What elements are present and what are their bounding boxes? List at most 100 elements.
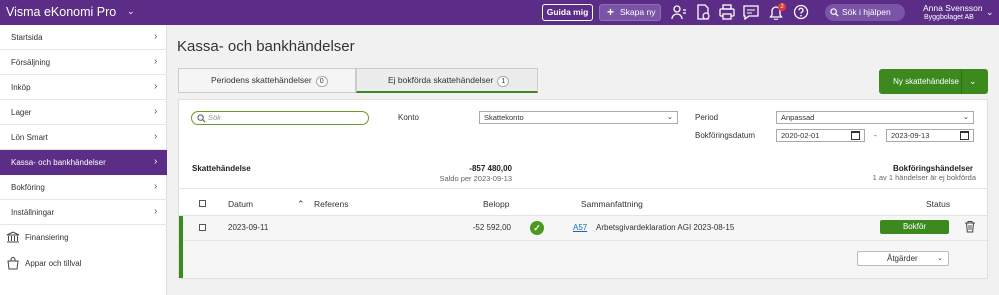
totals-label: Skattehändelse xyxy=(192,164,251,173)
document-icon[interactable] xyxy=(695,4,713,21)
sidebar-item-finansiering[interactable]: Finansiering xyxy=(0,225,167,250)
date-to-value: 2023-09-13 xyxy=(891,131,930,140)
chevron-right-icon: › xyxy=(154,156,158,167)
column-header-date[interactable]: Datum xyxy=(228,199,253,209)
sidebar-item-label: Inköp xyxy=(11,83,31,92)
sidebar-item-startsida[interactable]: Startsida › xyxy=(0,25,167,50)
search-placeholder: Sök xyxy=(208,113,221,122)
chevron-right-icon: › xyxy=(154,131,158,142)
trash-icon[interactable] xyxy=(964,220,976,233)
chevron-right-icon: › xyxy=(154,181,158,192)
chevron-down-icon: ⌄ xyxy=(963,114,969,121)
new-tax-event-button[interactable]: Ny skattehändelse ⌄ xyxy=(879,69,988,94)
sidebar-item-label: Kassa- och bankhändelser xyxy=(11,158,106,167)
sidebar-item-lager[interactable]: Lager › xyxy=(0,100,167,125)
finance-icon xyxy=(6,231,20,243)
app-switcher-chevron-icon[interactable]: ⌄ xyxy=(127,6,135,17)
page-title: Kassa- och bankhändelser xyxy=(177,38,355,55)
create-new-label: Skapa ny xyxy=(620,7,656,17)
sidebar-item-installningar[interactable]: Inställningar › xyxy=(0,200,167,225)
sidebar-item-lon-smart[interactable]: Lön Smart › xyxy=(0,125,167,150)
actions-label: Åtgärder xyxy=(887,254,918,263)
row-divider xyxy=(183,240,987,241)
chevron-down-icon[interactable]: ⌄ xyxy=(969,69,977,94)
company-name[interactable]: Byggbolaget AB xyxy=(924,14,974,21)
column-header-reference[interactable]: Referens xyxy=(314,199,349,209)
calendar-icon[interactable] xyxy=(851,131,860,140)
date-to-field[interactable]: 2023-09-13 xyxy=(886,129,974,142)
sidebar: Startsida › Försäljning › Inköp › Lager › Lö… xyxy=(0,25,167,295)
date-separator: - xyxy=(874,131,877,140)
period-label: Period xyxy=(695,113,719,122)
calendar-icon[interactable] xyxy=(960,131,969,140)
search-icon xyxy=(830,8,839,17)
user-name[interactable]: Anna Svensson xyxy=(923,3,983,13)
sidebar-item-bokforing[interactable]: Bokföring › xyxy=(0,175,167,200)
posting-events-title: Bokföringshändelser xyxy=(892,164,973,173)
sidebar-item-label: Lön Smart xyxy=(11,133,48,142)
sidebar-item-label: Lager xyxy=(11,108,32,117)
column-header-summary[interactable]: Sammanfattning xyxy=(581,199,643,209)
tab-count-badge: 0 xyxy=(315,76,328,87)
top-bar: Visma eKonomi Pro ⌄ Guida mig + Skapa ny… xyxy=(0,0,999,25)
row-checkbox[interactable] xyxy=(199,224,206,231)
chevron-right-icon: › xyxy=(154,81,158,92)
tab-label: Periodens skattehändelser xyxy=(211,75,312,85)
plus-icon: + xyxy=(607,5,615,19)
sidebar-item-label: Försäljning xyxy=(11,58,51,67)
tab-periodens-skattehandelser[interactable]: Periodens skattehändelser 0 xyxy=(178,68,356,93)
posting-date-label: Bokföringsdatum xyxy=(695,131,756,140)
search-icon xyxy=(197,114,206,123)
account-label: Konto xyxy=(398,113,419,122)
chat-icon[interactable] xyxy=(743,4,761,21)
guide-button[interactable]: Guida mig xyxy=(542,4,593,21)
totals-amount: -857 480,00 xyxy=(469,164,512,173)
period-select[interactable]: Anpassad ⌄ xyxy=(776,111,974,124)
chevron-right-icon: › xyxy=(154,106,158,117)
post-button[interactable]: Bokför xyxy=(880,220,949,234)
app-title[interactable]: Visma eKonomi Pro xyxy=(6,5,116,19)
row-date: 2023-09-11 xyxy=(228,223,269,232)
help-search-label: Sök i hjälpen xyxy=(842,7,891,17)
select-all-checkbox[interactable] xyxy=(199,200,206,207)
sort-ascending-icon[interactable]: ⌃ xyxy=(297,199,305,210)
help-search-button[interactable]: Sök i hjälpen xyxy=(825,4,905,21)
actions-dropdown[interactable]: Åtgärder ⌄ xyxy=(857,251,949,266)
account-value: Skattekonto xyxy=(484,113,524,122)
create-new-button[interactable]: + Skapa ny xyxy=(599,4,661,21)
sidebar-item-label: Startsida xyxy=(11,33,43,42)
posting-events-summary: 1 av 1 händelser är ej bokförda xyxy=(872,173,976,182)
sidebar-item-label: Finansiering xyxy=(25,233,69,242)
tab-count-badge: 1 xyxy=(497,76,510,87)
row-summary: Arbetsgivardeklaration AGI 2023-08-15 xyxy=(596,223,735,232)
sidebar-item-label: Appar och tillval xyxy=(25,259,82,268)
date-from-field[interactable]: 2020-02-01 xyxy=(776,129,865,142)
shopping-bag-icon xyxy=(7,257,19,270)
checkmark-icon: ✓ xyxy=(530,221,544,235)
chevron-right-icon: › xyxy=(154,31,158,42)
sidebar-item-forsaljning[interactable]: Försäljning › xyxy=(0,50,167,75)
column-header-status: Status xyxy=(926,199,951,209)
verification-link[interactable]: A57 xyxy=(573,223,587,232)
tab-ej-bokforda-skattehandelser[interactable]: Ej bokförda skattehändelser 1 xyxy=(356,68,538,93)
tab-label: Ej bokförda skattehändelser xyxy=(388,75,494,85)
column-header-amount[interactable]: Belopp xyxy=(483,199,509,209)
user-menu-chevron-icon[interactable]: ⌄ xyxy=(986,7,994,18)
sidebar-item-label: Bokföring xyxy=(11,183,45,192)
sidebar-item-appar[interactable]: Appar och tillval xyxy=(0,251,167,276)
sidebar-item-label: Inställningar xyxy=(11,208,55,217)
help-icon[interactable] xyxy=(793,4,811,21)
chevron-right-icon: › xyxy=(154,206,158,217)
user-switch-icon[interactable] xyxy=(671,4,689,21)
chevron-right-icon: › xyxy=(154,56,158,67)
chevron-down-icon: ⌄ xyxy=(667,114,673,121)
search-input[interactable]: Sök xyxy=(191,111,369,125)
totals-saldo: Saldo per 2023-09-13 xyxy=(439,174,512,183)
row-border xyxy=(179,215,987,216)
print-icon[interactable] xyxy=(719,4,737,21)
account-select[interactable]: Skattekonto ⌄ xyxy=(479,111,678,124)
sidebar-item-kassa-bank[interactable]: Kassa- och bankhändelser › xyxy=(0,150,167,175)
sidebar-item-inkop[interactable]: Inköp › xyxy=(0,75,167,100)
notification-badge: 2 xyxy=(778,3,786,11)
chevron-down-icon: ⌄ xyxy=(937,255,943,262)
